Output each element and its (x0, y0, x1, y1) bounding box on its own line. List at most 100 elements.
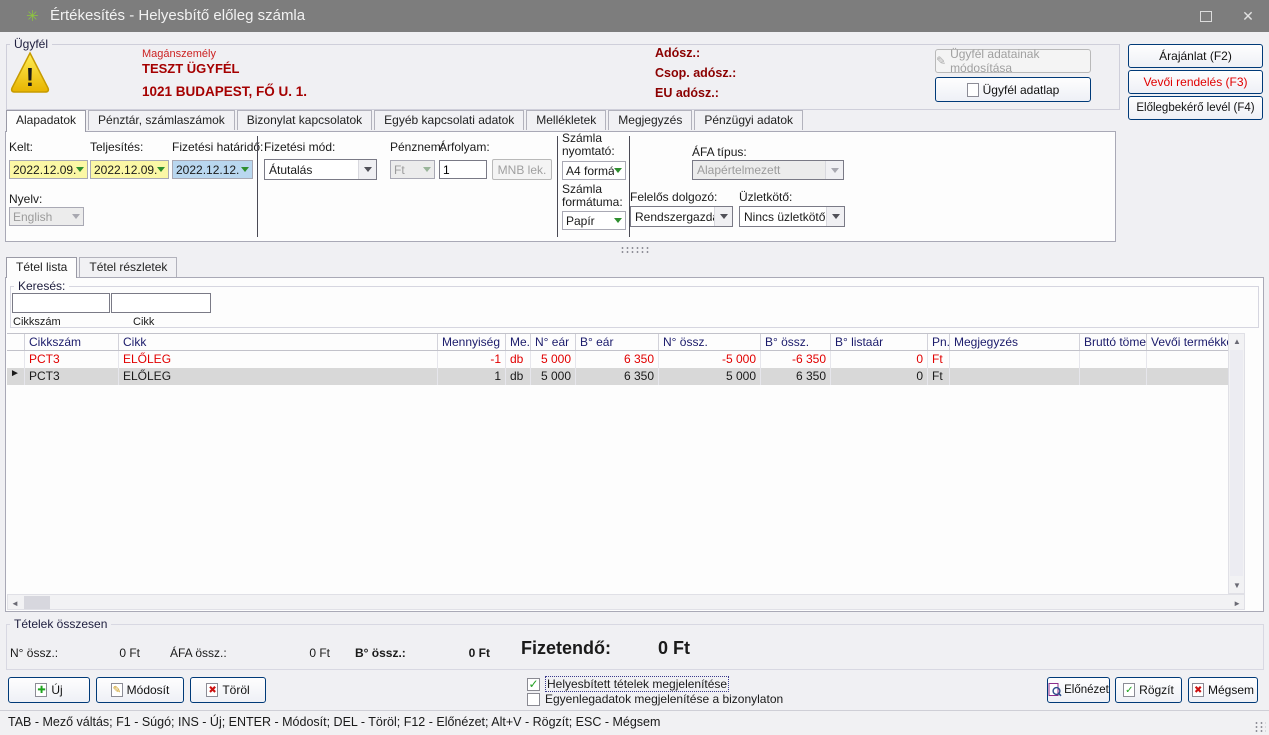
horizontal-scrollbar[interactable]: ◄ ► (7, 594, 1245, 610)
search-cikk-input[interactable] (111, 293, 211, 313)
kelt-label: Kelt: (9, 140, 33, 154)
horizontal-scroll-thumb[interactable] (24, 596, 50, 609)
tab-egyeb-kapcsolati-adatok[interactable]: Egyéb kapcsolati adatok (374, 110, 524, 130)
maximize-button[interactable] (1186, 0, 1226, 32)
advance-request-letter-button[interactable]: Előlegbekérő levél (F4) (1128, 96, 1263, 120)
b-ossz-label: B° össz.: (355, 646, 406, 660)
szamla-nyomtato-label-line1: Számla (562, 131, 602, 145)
szamla-formatuma-combo[interactable]: Papír (562, 211, 626, 230)
fizetesi-hatarido-date-field[interactable]: 2022.12.12. (172, 160, 253, 179)
cancel-button[interactable]: ✖ Mégsem (1188, 677, 1258, 703)
cell-n-ear: 5 000 (531, 368, 576, 385)
cell-b-listaar: 0 (831, 368, 928, 385)
dropdown-arrow-icon[interactable] (76, 167, 84, 172)
dropdown-arrow-icon[interactable] (157, 167, 165, 172)
tab-penzugyi-adatok[interactable]: Pénzügyi adatok (694, 110, 803, 130)
tab-penztar-szamlaszamok[interactable]: Pénztár, számlaszámok (88, 110, 235, 130)
dropdown-arrow-icon (614, 218, 622, 223)
col-mennyiseg[interactable]: Mennyiség (438, 334, 506, 350)
dropdown-arrow-icon (832, 214, 840, 219)
cell-n-ossz: -5 000 (659, 351, 761, 368)
tab-tetel-lista[interactable]: Tétel lista (6, 257, 77, 278)
new-item-icon: ✚ (35, 683, 47, 697)
scroll-right-icon[interactable]: ► (1233, 599, 1241, 608)
col-b-ossz[interactable]: B° össz. (761, 334, 831, 350)
cell-b-listaar: 0 (831, 351, 928, 368)
resize-grip[interactable] (1254, 721, 1266, 733)
search-cikkszam-input[interactable] (12, 293, 110, 313)
tax-number-label: Adósz.: (655, 46, 700, 60)
dropdown-button[interactable] (826, 207, 844, 226)
afa-tipus-combo[interactable]: Alapértelmezett (692, 160, 844, 180)
customer-datasheet-label: Ügyfél adatlap (983, 83, 1060, 97)
customer-datasheet-button[interactable]: Ügyfél adatlap (935, 77, 1091, 102)
n-ossz-label: N° össz.: (10, 646, 58, 660)
tab-alapadatok[interactable]: Alapadatok (6, 110, 86, 132)
col-n-ear[interactable]: N° eár (531, 334, 576, 350)
arfolyam-input[interactable] (439, 160, 487, 179)
fizetesi-mod-combo[interactable]: Átutalás (264, 159, 377, 180)
show-corrected-items-checkbox[interactable]: ✓ Helyesbített tételek megjelenítése (527, 677, 729, 691)
col-cikkszam[interactable]: Cikkszám (25, 334, 119, 350)
checkbox-checked-icon[interactable]: ✓ (527, 678, 540, 691)
cell-b-ossz: 6 350 (761, 368, 831, 385)
col-me[interactable]: Me. (506, 334, 531, 350)
quote-button[interactable]: Árajánlat (F2) (1128, 44, 1263, 68)
cell-b-ear: 6 350 (576, 351, 659, 368)
scroll-left-icon[interactable]: ◄ (11, 599, 19, 608)
cell-me: db (506, 368, 531, 385)
col-b-listaar[interactable]: B° listaár (831, 334, 928, 350)
search-cikkszam-label: Cikkszám (13, 316, 61, 328)
col-indicator[interactable] (7, 334, 25, 350)
vertical-scroll-thumb[interactable] (1230, 350, 1243, 576)
dropdown-button[interactable] (714, 207, 732, 226)
nyelv-combo[interactable]: English (9, 207, 84, 226)
main-tabstrip: AlapadatokPénztár, számlaszámokBizonylat… (6, 110, 805, 132)
preview-button[interactable]: Előnézet (1047, 677, 1110, 703)
arfolyam-label: Árfolyam: (439, 140, 490, 154)
basic-data-panel: Kelt: 2022.12.09. Teljesítés: 2022.12.09… (5, 131, 1116, 242)
vertical-scrollbar[interactable]: ▲ ▼ (1228, 333, 1245, 594)
close-button[interactable]: ✕ (1228, 0, 1268, 32)
scroll-up-icon[interactable]: ▲ (1233, 337, 1241, 346)
cell-cikk: ELŐLEG (119, 351, 438, 368)
tab-tetel-reszletek[interactable]: Tétel részletek (79, 257, 177, 277)
col-cikk[interactable]: Cikk (119, 334, 438, 350)
splitter-grip[interactable] (620, 246, 650, 253)
szamla-nyomtato-combo[interactable]: A4 formá (562, 161, 626, 180)
dropdown-arrow-icon[interactable] (241, 167, 249, 172)
cancel-button-label: Mégsem (1208, 683, 1254, 697)
dropdown-button[interactable] (358, 160, 376, 179)
felelos-dolgozo-combo[interactable]: Rendszergazda Gé (630, 206, 733, 227)
dropdown-arrow-icon (423, 167, 431, 172)
cell-cikkszam: PCT3 (25, 368, 119, 385)
tab-megjegyzes[interactable]: Megjegyzés (608, 110, 692, 130)
col-pn[interactable]: Pn. (928, 334, 950, 350)
checkbox-unchecked-icon[interactable] (527, 693, 540, 706)
uzletkoto-combo[interactable]: Nincs üzletkötő (739, 206, 845, 227)
col-b-ear[interactable]: B° eár (576, 334, 659, 350)
table-row[interactable]: PCT3 ELŐLEG -1 db 5 000 6 350 -5 000 -6 … (7, 351, 1245, 368)
delete-button[interactable]: ✖ Töröl (190, 677, 266, 703)
mnb-rate-button[interactable]: MNB lek. (492, 159, 552, 180)
pencil-icon: ✎ (113, 686, 121, 696)
fizetesi-hatarido-value: 2022.12.12. (176, 163, 239, 177)
tab-mellekletek[interactable]: Mellékletek (526, 110, 606, 130)
show-balance-data-checkbox[interactable]: Egyenlegadatok megjelenítése a bizonylat… (527, 692, 783, 706)
scroll-down-icon[interactable]: ▼ (1233, 581, 1241, 590)
col-megjegyzes[interactable]: Megjegyzés (950, 334, 1080, 350)
col-n-ossz[interactable]: N° össz. (659, 334, 761, 350)
table-row-selected[interactable]: ► PCT3 ELŐLEG 1 db 5 000 6 350 5 000 6 3… (7, 368, 1245, 385)
modify-customer-button[interactable]: ✎ Ügyfél adatainak módosítása (935, 49, 1091, 73)
col-brutto-tomeg[interactable]: Bruttó tömeg (1080, 334, 1147, 350)
fizetesi-hatarido-label: Fizetési határidő: (172, 140, 263, 154)
new-button[interactable]: ✚ Új (8, 677, 90, 703)
customer-order-button[interactable]: Vevői rendelés (F3) (1128, 70, 1263, 94)
tab-bizonylat-kapcsolatok[interactable]: Bizonylat kapcsolatok (237, 110, 372, 130)
save-button[interactable]: ✓ Rögzít (1115, 677, 1182, 703)
penznem-combo[interactable]: Ft (390, 160, 435, 179)
modify-button[interactable]: ✎ Módosít (96, 677, 184, 703)
teljesites-date-field[interactable]: 2022.12.09. (90, 160, 169, 179)
kelt-date-field[interactable]: 2022.12.09. (9, 160, 88, 179)
window-title: Értékesítés - Helyesbítő előleg számla (50, 7, 305, 24)
